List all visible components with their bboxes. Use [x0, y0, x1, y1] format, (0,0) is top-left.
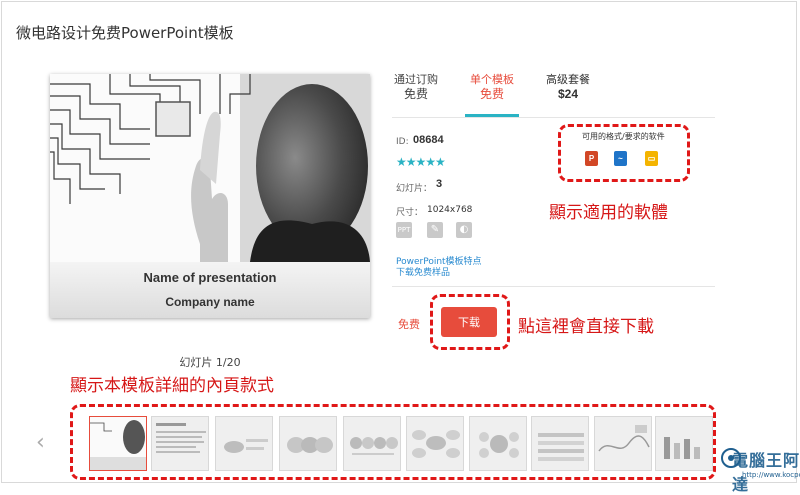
- watermark-url: http://www.kocpc.com.tw: [742, 471, 800, 479]
- rating-stars: ★★★★★: [396, 155, 446, 169]
- slides-value: 3: [436, 178, 443, 190]
- template-preview-image[interactable]: Name of presentation Company name: [50, 74, 370, 318]
- download-highlight-box: [430, 294, 510, 350]
- annotation-thumbnails: 顯示本模板詳細的內頁款式: [70, 376, 274, 396]
- annotation-download: 點這裡會直接下載: [518, 317, 654, 337]
- tab-premium-package[interactable]: 高级套餐 $24: [540, 72, 596, 102]
- id-label: ID:: [396, 137, 409, 147]
- page-title: 微电路设计免费PowerPoint模板: [16, 24, 234, 42]
- chevron-left-icon[interactable]: ‹: [36, 430, 45, 455]
- tab-price: 免费: [479, 87, 504, 101]
- tabs-divider: [392, 117, 715, 118]
- tab-subscription[interactable]: 通过订购 免费: [392, 72, 440, 102]
- slides-label: 幻灯片：: [396, 184, 433, 194]
- software-highlight-box: [558, 124, 690, 182]
- section-divider: [392, 286, 715, 287]
- purchase-price: 免费: [398, 318, 420, 331]
- tab-single-template[interactable]: 单个模板 免费: [465, 72, 519, 117]
- pptx-format-icon: PPT: [396, 222, 412, 238]
- id-value: 08684: [413, 134, 444, 146]
- tab-label: 高级套餐: [546, 73, 590, 86]
- size-value: 1024x768: [427, 205, 473, 215]
- palette-icon: ◐: [456, 222, 472, 238]
- slide-counter: 幻灯片 1/20: [179, 356, 241, 369]
- tab-label: 单个模板: [470, 73, 514, 86]
- company-name: Company name: [165, 295, 255, 309]
- edit-pencil-icon: ✎: [427, 222, 443, 238]
- annotation-software: 顯示適用的軟體: [549, 203, 668, 223]
- tab-price: 免费: [403, 87, 428, 101]
- thumbnails-highlight-box: [70, 404, 716, 480]
- presentation-name: Name of presentation: [143, 270, 277, 285]
- tab-price: $24: [557, 87, 579, 101]
- size-label: 尺寸：: [396, 208, 424, 218]
- download-sample-link[interactable]: 下载免费样品: [396, 265, 450, 278]
- tab-label: 通过订购: [394, 73, 438, 86]
